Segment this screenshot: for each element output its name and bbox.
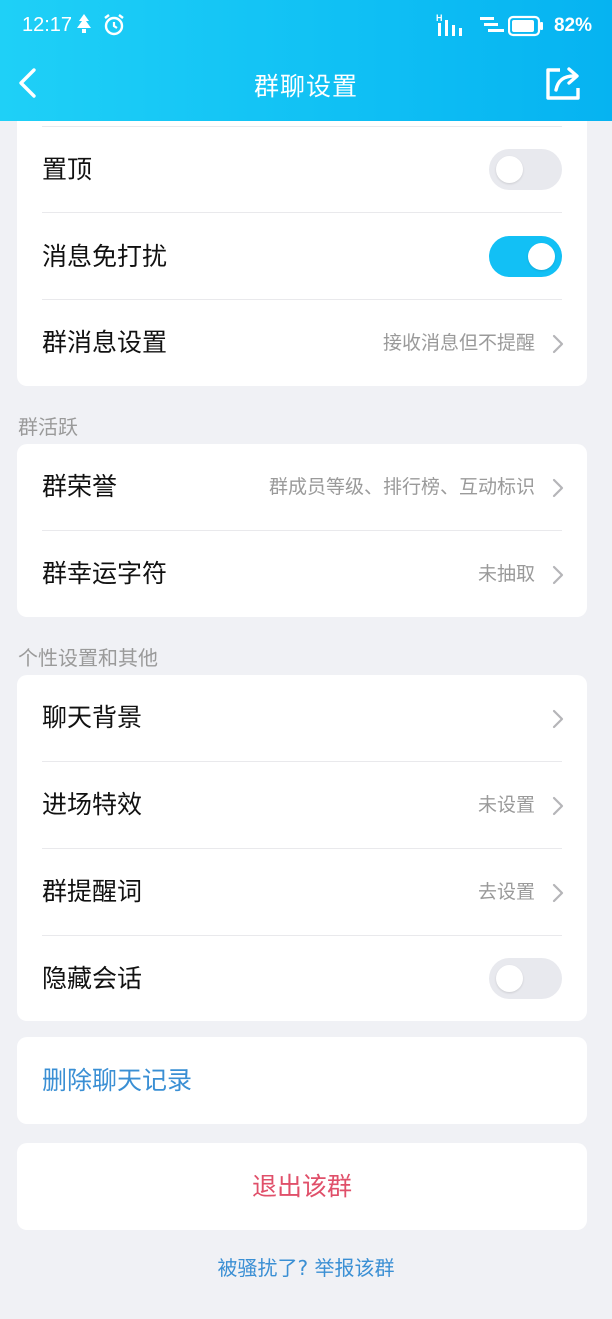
- personal-card: 聊天背景 进场特效 未设置 群提醒词 去设置 隐藏会话: [17, 675, 587, 1021]
- chevron-right-icon: [552, 334, 564, 354]
- group-reminder-value: 去设置: [477, 881, 535, 903]
- group-honor-row[interactable]: 群荣誉 群成员等级、排行榜、互动标识: [17, 444, 587, 530]
- group-message-settings-label: 群消息设置: [42, 328, 168, 357]
- hide-conversation-toggle[interactable]: [489, 958, 562, 999]
- group-honor-value: 群成员等级、排行榜、互动标识: [268, 476, 535, 498]
- pin-label: 置顶: [42, 155, 93, 184]
- chevron-right-icon: [552, 709, 564, 729]
- clear-history-button[interactable]: 删除聊天记录: [17, 1037, 587, 1124]
- chat-background-row[interactable]: 聊天背景: [17, 675, 587, 761]
- group-reminder-label: 群提醒词: [42, 877, 143, 906]
- battery-icon: [507, 15, 544, 42]
- chevron-right-icon: [552, 883, 564, 903]
- entry-effect-label: 进场特效: [42, 790, 143, 819]
- group-lucky-char-label: 群幸运字符: [42, 559, 168, 588]
- pin-row[interactable]: 置顶: [17, 127, 587, 213]
- toggle-knob: [496, 156, 523, 183]
- status-bar: 12:17 H 82%: [0, 0, 612, 54]
- share-icon: [546, 67, 580, 100]
- group-message-settings-row[interactable]: 群消息设置 接收消息但不提醒: [17, 300, 587, 386]
- chevron-right-icon: [552, 478, 564, 498]
- group-message-settings-value: 接收消息但不提醒: [382, 332, 535, 354]
- do-not-disturb-toggle[interactable]: [489, 236, 562, 277]
- chat-background-label: 聊天背景: [42, 703, 143, 732]
- chevron-right-icon: [552, 796, 564, 816]
- section-title-activity: 群活跃: [18, 415, 78, 439]
- wifi-icon: [478, 14, 506, 41]
- entry-effect-value: 未设置: [477, 794, 535, 816]
- entry-effect-row[interactable]: 进场特效 未设置: [17, 762, 587, 848]
- activity-card: 群荣誉 群成员等级、排行榜、互动标识 群幸运字符 未抽取: [17, 444, 587, 617]
- toggle-knob: [528, 243, 555, 270]
- status-time: 12:17: [22, 14, 73, 36]
- svg-text:H: H: [436, 13, 443, 23]
- share-button[interactable]: [544, 64, 584, 102]
- signal-strength-icon: H: [436, 12, 468, 43]
- section-title-personal: 个性设置和其他: [18, 646, 158, 670]
- report-group-link[interactable]: 被骚扰了? 举报该群: [0, 1252, 612, 1281]
- group-lucky-char-row[interactable]: 群幸运字符 未抽取: [17, 531, 587, 617]
- do-not-disturb-row[interactable]: 消息免打扰: [17, 214, 587, 300]
- group-honor-label: 群荣誉: [42, 472, 118, 501]
- navigation-bar: 群聊设置: [0, 54, 612, 121]
- group-reminder-row[interactable]: 群提醒词 去设置: [17, 849, 587, 935]
- toggle-knob: [496, 965, 523, 992]
- do-not-disturb-label: 消息免打扰: [42, 242, 168, 271]
- alarm-clock-icon: [102, 12, 126, 43]
- hide-conversation-row[interactable]: 隐藏会话: [17, 936, 587, 1021]
- divider: [42, 212, 562, 213]
- quit-group-label: 退出该群: [251, 1172, 352, 1201]
- settings-card-top: 置顶 消息免打扰 群消息设置 接收消息但不提醒: [17, 121, 587, 386]
- clear-history-label: 删除聊天记录: [42, 1066, 193, 1095]
- page-title: 群聊设置: [253, 72, 358, 101]
- notification-bell-icon: [74, 12, 94, 41]
- chevron-right-icon: [552, 565, 564, 585]
- hide-conversation-label: 隐藏会话: [42, 964, 143, 993]
- pin-toggle[interactable]: [489, 149, 562, 190]
- group-lucky-char-value: 未抽取: [477, 563, 535, 585]
- battery-percentage: 82%: [553, 15, 592, 36]
- quit-group-button[interactable]: 退出该群: [17, 1143, 587, 1230]
- app-header: 12:17 H 82% 群聊设置: [0, 0, 612, 121]
